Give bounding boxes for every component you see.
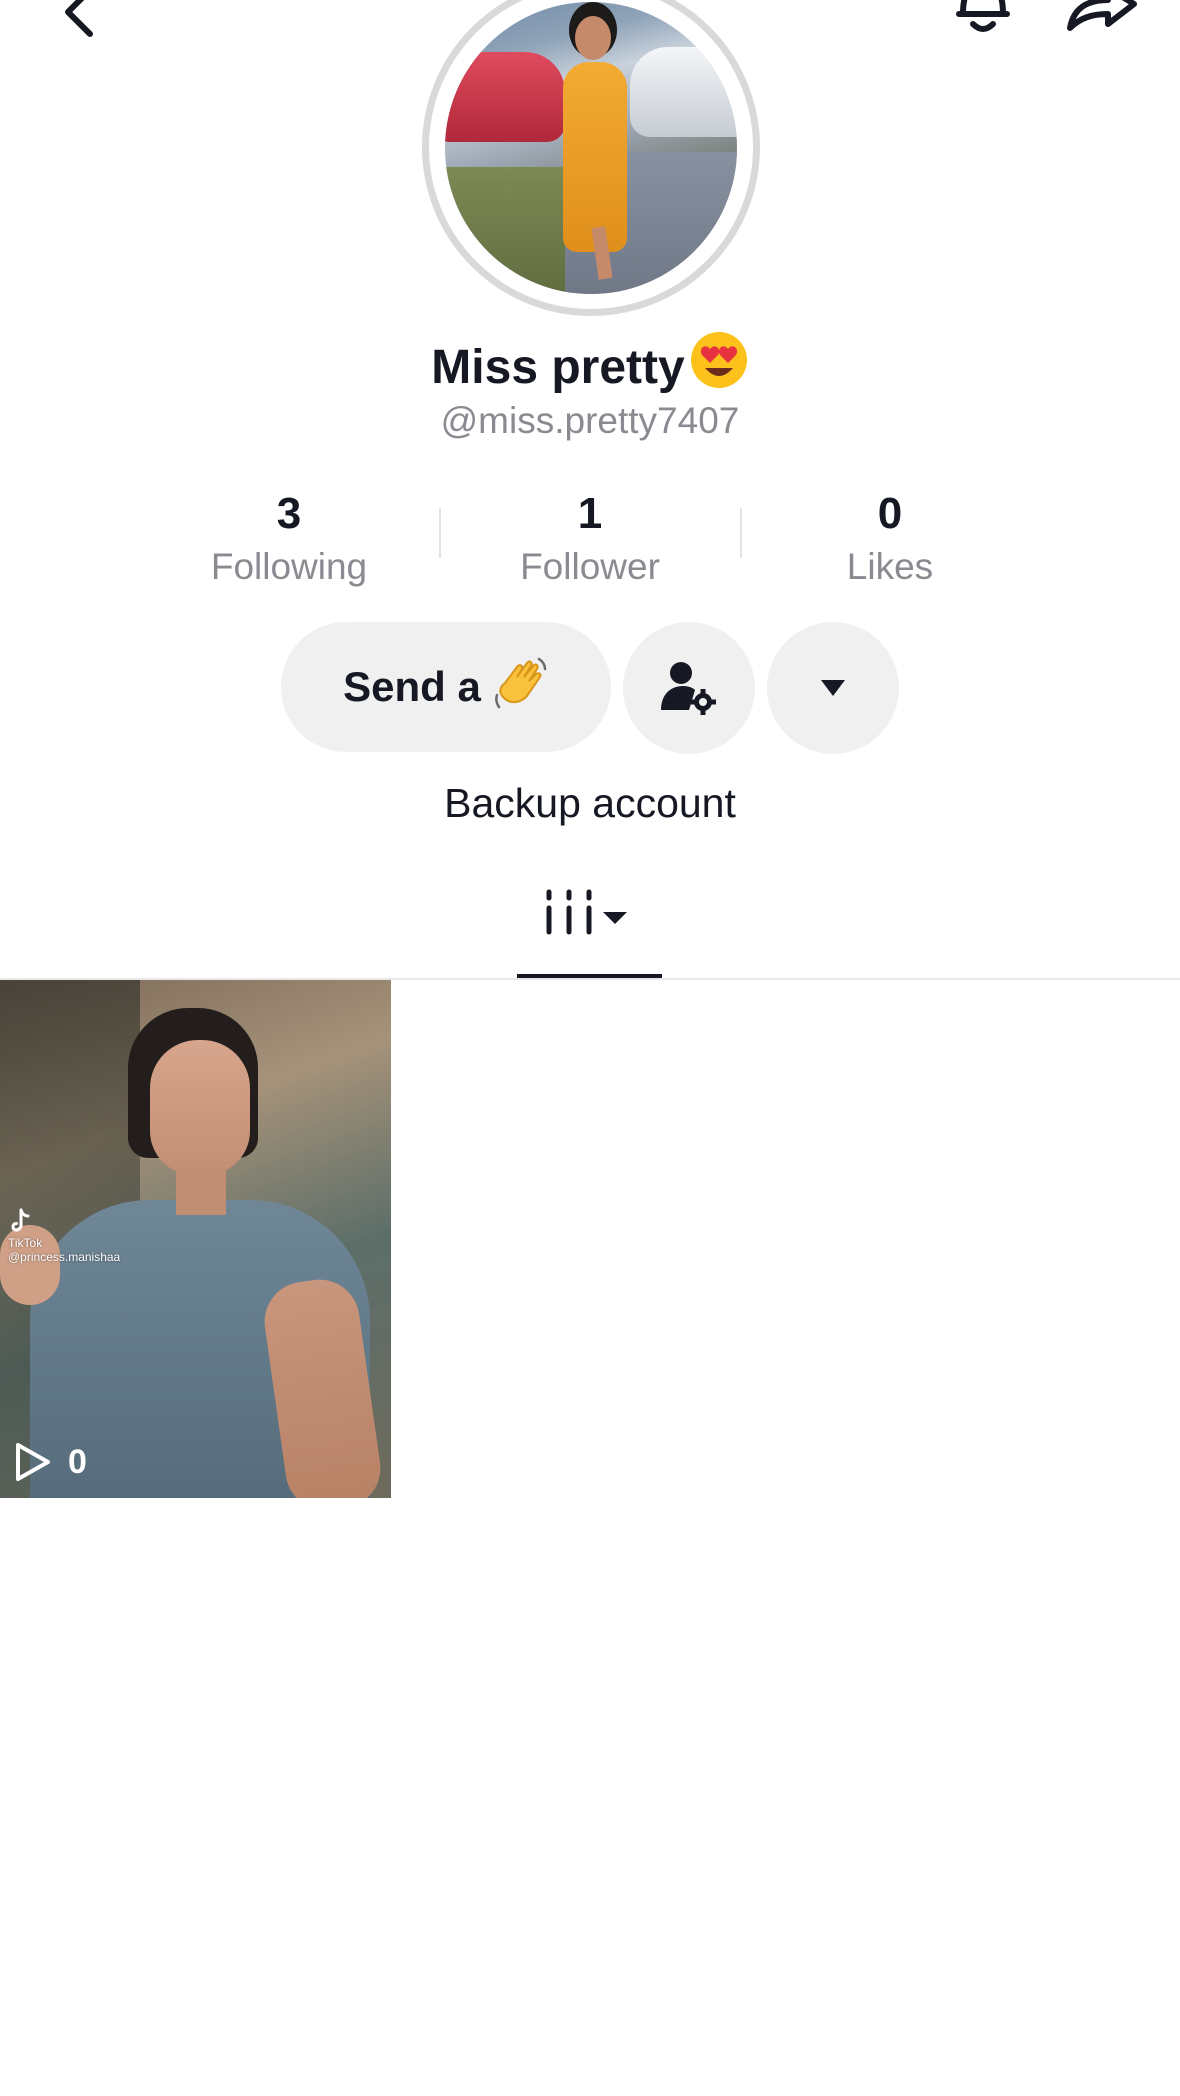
follower-label: Follower xyxy=(520,546,660,587)
caret-down-icon xyxy=(821,680,845,696)
avatar[interactable] xyxy=(445,2,737,294)
bell-icon xyxy=(956,0,1010,32)
following-count: 3 xyxy=(276,489,302,538)
back-button[interactable] xyxy=(50,0,110,46)
stat-following[interactable]: 3 Following xyxy=(139,492,439,588)
stat-follower[interactable]: 1 Follower xyxy=(440,492,740,588)
send-wave-label: Send a xyxy=(343,663,481,710)
watermark-user: @princess.manishaa xyxy=(8,1249,121,1264)
share-arrow-icon xyxy=(1067,0,1137,31)
stat-likes: 0 Likes xyxy=(740,492,1040,588)
chevron-left-icon xyxy=(65,0,93,37)
bio-text: Backup account xyxy=(444,780,736,826)
user-gear-icon xyxy=(661,662,716,715)
profile-settings-button[interactable] xyxy=(623,622,755,754)
send-wave-button[interactable]: Send a xyxy=(281,622,611,752)
watermark-brand: TikTok xyxy=(8,1236,43,1251)
share-button[interactable] xyxy=(1062,0,1142,48)
wave-emoji xyxy=(491,653,549,721)
view-count-value: 0 xyxy=(68,1442,87,1481)
more-options-button[interactable] xyxy=(767,622,899,754)
likes-label: Likes xyxy=(846,546,934,587)
display-name-text: Miss pretty xyxy=(431,341,685,394)
view-count: 0 xyxy=(14,1442,87,1482)
likes-count: 0 xyxy=(877,489,903,538)
tab-videos[interactable] xyxy=(517,884,661,980)
tiktok-watermark: TikTok @princess.manishaa xyxy=(8,1208,120,1264)
heart-eyes-emoji xyxy=(689,330,749,390)
notification-button[interactable] xyxy=(948,0,1018,48)
play-icon xyxy=(16,1443,50,1481)
follower-count: 1 xyxy=(577,489,603,538)
tiktok-logo-icon xyxy=(11,1208,30,1232)
username: @miss.pretty7407 xyxy=(440,400,740,441)
display-name: Miss pretty xyxy=(0,330,1180,395)
following-label: Following xyxy=(210,546,368,587)
video-grid-icon xyxy=(546,889,627,935)
video-thumbnail[interactable]: TikTok @princess.manishaa 0 xyxy=(0,980,391,1498)
